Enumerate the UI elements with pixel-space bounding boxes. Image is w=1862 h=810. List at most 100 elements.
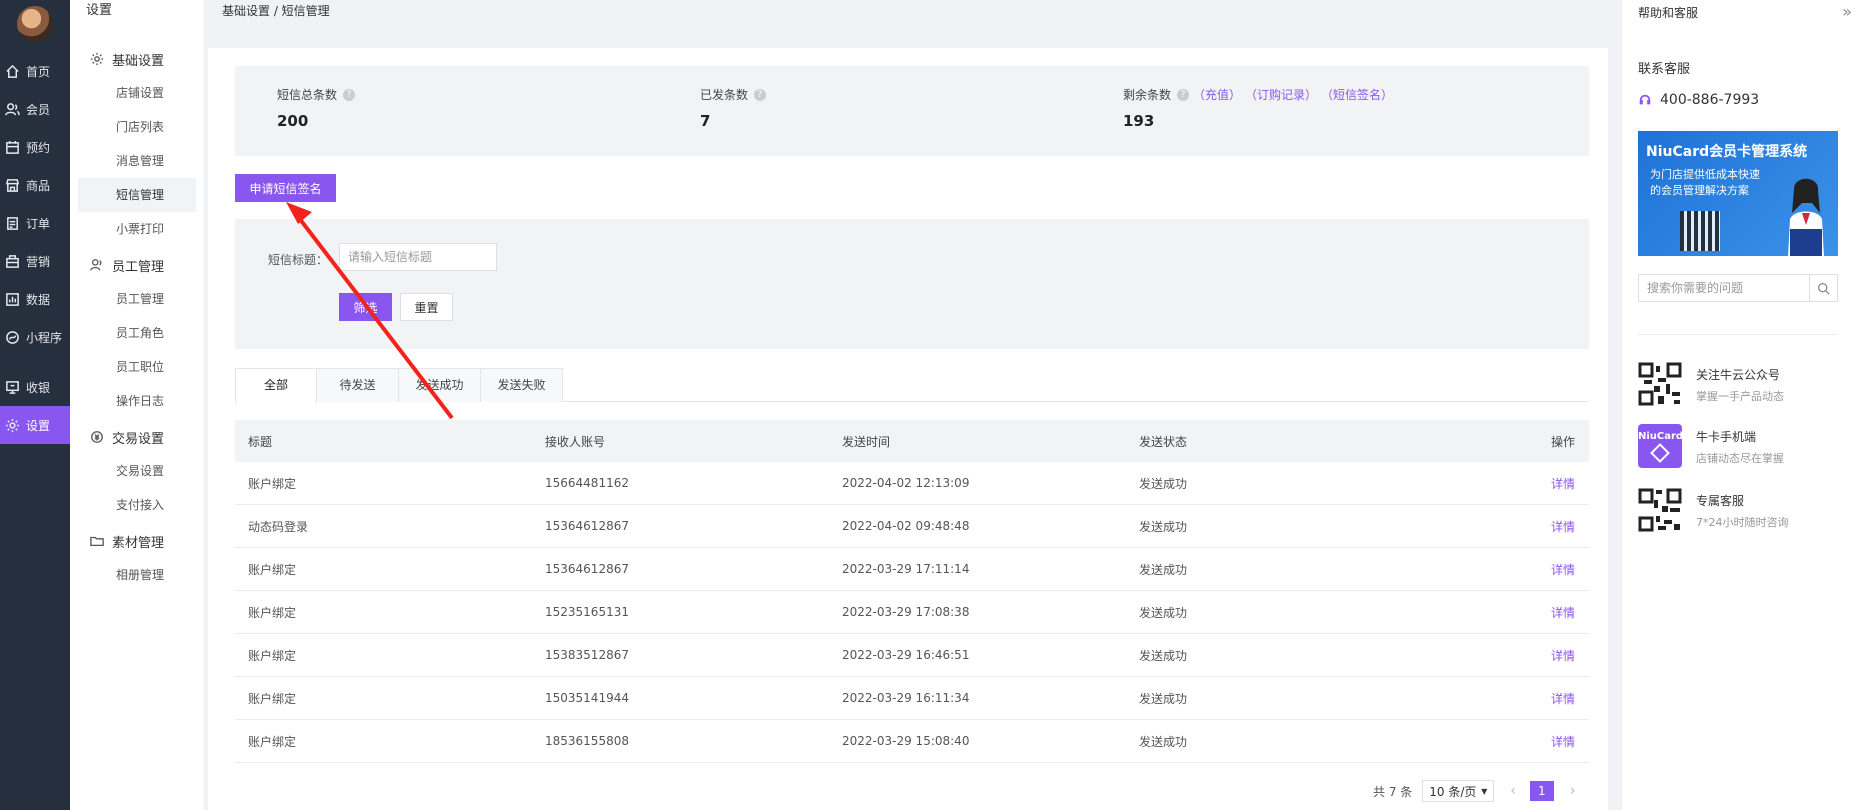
- sidebar-item-operation-log[interactable]: 操作日志: [70, 384, 204, 418]
- avatar[interactable]: [17, 6, 53, 42]
- help-item-exclusive-service[interactable]: 专属客服 7*24小时随时咨询: [1638, 488, 1848, 532]
- detail-link[interactable]: 详情: [1423, 733, 1589, 750]
- home-icon: [4, 63, 20, 79]
- group-label: 素材管理: [112, 535, 165, 551]
- sidebar-item-message[interactable]: 消息管理: [70, 144, 204, 178]
- detail-link[interactable]: 详情: [1423, 647, 1589, 664]
- sidebar-item-album[interactable]: 相册管理: [70, 558, 204, 592]
- cell-account: 15664481162: [545, 476, 629, 490]
- nav-item-order[interactable]: 订单: [0, 204, 70, 242]
- help-item-wechat[interactable]: 关注牛云公众号 掌握一手产品动态: [1638, 362, 1848, 406]
- nav-label: 预约: [26, 140, 51, 155]
- search-icon: [1817, 282, 1830, 295]
- cell-title: 账户绑定: [248, 562, 297, 577]
- cell-time: 2022-04-02 12:13:09: [842, 476, 970, 490]
- sidebar-group-basic[interactable]: 基础设置: [70, 42, 204, 76]
- help-icon[interactable]: ?: [343, 88, 356, 101]
- sidebar-group-material[interactable]: 素材管理: [70, 524, 204, 558]
- page-number[interactable]: 1: [1529, 781, 1554, 801]
- help-icon[interactable]: ?: [1177, 88, 1190, 101]
- help-item-mobile[interactable]: NiuCard 牛卡手机端 店铺动态尽在掌握: [1638, 424, 1848, 468]
- nav-item-booking[interactable]: 预约: [0, 128, 70, 166]
- column-header: 操作: [1550, 434, 1575, 449]
- detail-link[interactable]: 详情: [1423, 475, 1589, 492]
- gear-icon: [90, 52, 104, 66]
- banner-title: NiuCard会员卡管理系统: [1646, 144, 1808, 160]
- next-page-icon[interactable]: ›: [1570, 783, 1576, 799]
- nav-item-marketing[interactable]: 营销: [0, 242, 70, 280]
- qr-code: [1680, 211, 1720, 251]
- nav-item-data[interactable]: 数据: [0, 280, 70, 318]
- nav-item-goods[interactable]: 商品: [0, 166, 70, 204]
- help-item-title: 专属客服: [1696, 494, 1745, 508]
- column-header: 发送时间: [842, 434, 891, 449]
- phone-text: 400-886-7993: [1660, 92, 1760, 108]
- nav-label: 小程序: [26, 330, 63, 345]
- calendar-icon: [4, 139, 20, 155]
- help-search-input[interactable]: [1639, 275, 1809, 301]
- detail-link[interactable]: 详情: [1423, 561, 1589, 578]
- nav-label: 会员: [26, 102, 51, 117]
- column-header: 发送状态: [1139, 434, 1188, 449]
- niucard-banner[interactable]: NiuCard会员卡管理系统 为门店提供低成本快速的会员管理解决方案: [1638, 131, 1838, 256]
- headset-icon: [1639, 94, 1651, 105]
- help-icon[interactable]: ?: [754, 88, 767, 101]
- cell-time: 2022-04-02 09:48:48: [842, 519, 970, 533]
- nav-item-member[interactable]: 会员: [0, 90, 70, 128]
- sidebar-item-staff[interactable]: 员工管理: [70, 282, 204, 316]
- stat-label: 短信总条数: [277, 88, 338, 102]
- service-person-illustration: [1788, 178, 1824, 256]
- group-label: 基础设置: [112, 53, 165, 69]
- help-item-title: 牛卡手机端: [1696, 430, 1757, 444]
- tab-failed[interactable]: 发送失败: [481, 368, 563, 402]
- detail-link[interactable]: 详情: [1423, 604, 1589, 621]
- sms-sign-link[interactable]: （短信签名）: [1321, 86, 1393, 103]
- help-item-subtitle: 店铺动态尽在掌握: [1696, 452, 1784, 465]
- sidebar-item-staff-position[interactable]: 员工职位: [70, 350, 204, 384]
- nav-item-cashier[interactable]: 收银: [0, 368, 70, 406]
- tab-all[interactable]: 全部: [235, 368, 317, 403]
- tab-pending[interactable]: 待发送: [317, 368, 399, 402]
- sidebar-item-payment[interactable]: 支付接入: [70, 488, 204, 522]
- table-row: 账户绑定 15383512867 2022-03-29 16:46:51 发送成…: [235, 634, 1589, 677]
- sidebar-item-staff-role[interactable]: 员工角色: [70, 316, 204, 350]
- sidebar-title: 设置: [86, 3, 113, 18]
- page-size-select[interactable]: 10 条/页 ▾: [1422, 780, 1495, 802]
- sidebar-group-trade[interactable]: 交易设置: [70, 420, 204, 454]
- collapse-icon[interactable]: »: [1842, 2, 1852, 21]
- apply-sms-sign-button[interactable]: 申请短信签名: [235, 174, 336, 202]
- sidebar-item-trade-settings[interactable]: 交易设置: [70, 454, 204, 488]
- prev-page-icon[interactable]: ‹: [1510, 783, 1516, 799]
- order-record-link[interactable]: （订购记录）: [1245, 86, 1317, 103]
- cell-status: 发送成功: [1139, 605, 1188, 620]
- sms-title-input[interactable]: [339, 243, 497, 271]
- help-search-button[interactable]: [1809, 275, 1837, 301]
- cell-title: 账户绑定: [248, 734, 297, 749]
- help-item-subtitle: 掌握一手产品动态: [1696, 390, 1784, 403]
- detail-link[interactable]: 详情: [1423, 690, 1589, 707]
- qr-code-icon: [1638, 488, 1682, 532]
- sidebar-item-shop-settings[interactable]: 店铺设置: [70, 76, 204, 110]
- nav-item-home[interactable]: 首页: [0, 52, 70, 90]
- sidebar-group-staff[interactable]: 员工管理: [70, 248, 204, 282]
- nav-item-settings[interactable]: 设置: [0, 406, 70, 444]
- help-title: 帮助和客服: [1638, 6, 1699, 20]
- cell-account: 15035141944: [545, 691, 629, 705]
- total-count: 共 7 条: [1373, 784, 1413, 799]
- cell-time: 2022-03-29 17:11:14: [842, 562, 970, 576]
- folder-icon: [90, 536, 104, 547]
- nav-item-miniapp[interactable]: 小程序: [0, 318, 70, 356]
- sidebar-item-store-list[interactable]: 门店列表: [70, 110, 204, 144]
- filter-button[interactable]: 筛选: [339, 293, 392, 321]
- group-label: 交易设置: [112, 431, 165, 447]
- sidebar-item-receipt-print[interactable]: 小票打印: [70, 212, 204, 246]
- cell-time: 2022-03-29 17:08:38: [842, 605, 970, 619]
- column-header: 接收人账号: [545, 434, 606, 449]
- detail-link[interactable]: 详情: [1423, 518, 1589, 535]
- recharge-link[interactable]: （充值）: [1193, 86, 1241, 103]
- sidebar-item-sms[interactable]: 短信管理: [78, 178, 196, 212]
- reset-button[interactable]: 重置: [400, 293, 453, 321]
- column-header: 标题: [248, 434, 273, 449]
- stat-label: 已发条数: [700, 88, 749, 102]
- tab-success[interactable]: 发送成功: [399, 368, 481, 402]
